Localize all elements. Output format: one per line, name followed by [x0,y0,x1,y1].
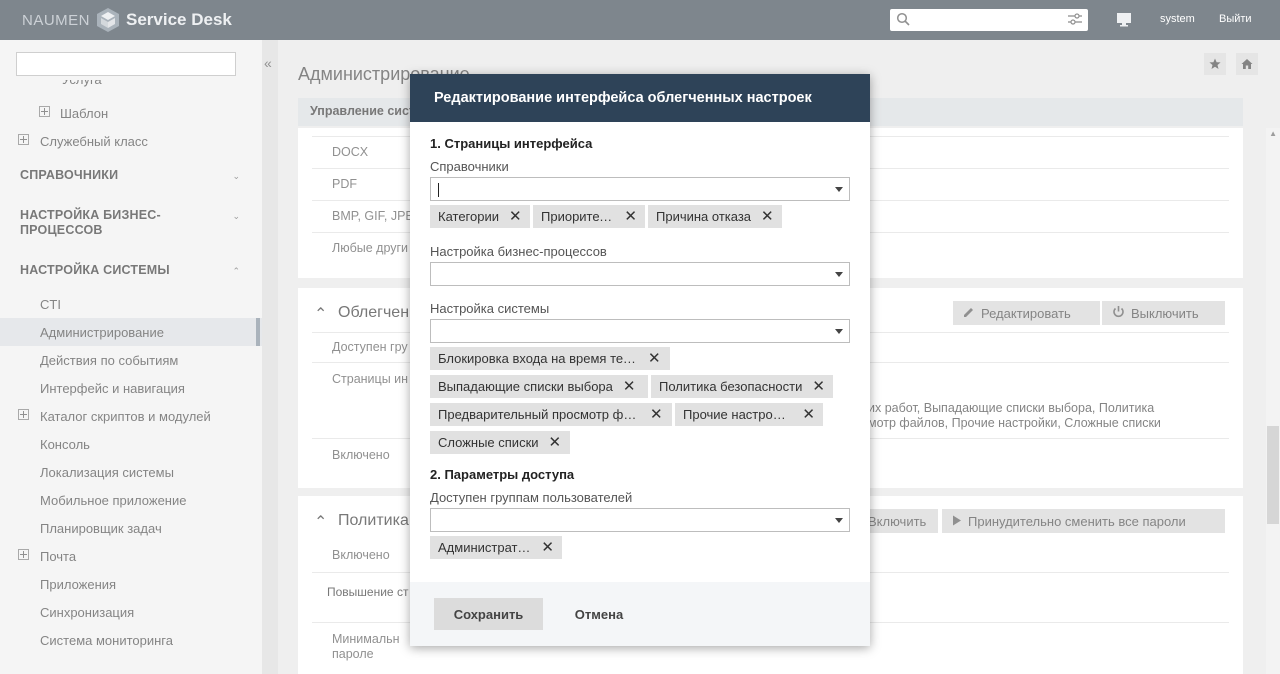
text-cursor [438,183,439,197]
groups-select[interactable] [430,508,850,532]
dropdown-caret-icon[interactable] [835,329,843,334]
remove-x-icon[interactable]: ✕ [648,351,661,366]
chip-refusal-reason: Причина отказа ✕ [648,205,782,228]
chip-label: Блокировка входа на время тех... [438,351,638,366]
chip-categories: Категории ✕ [430,205,530,228]
chip-administrator: Администратор ✕ [430,536,562,559]
remove-x-icon[interactable]: ✕ [624,209,637,224]
section-access-params: 2. Параметры доступа [430,467,575,482]
chip-file-preview: Предварительный просмотр фа... ✕ [430,403,672,426]
chip-label: Приоритеты [541,209,615,224]
chip-label: Причина отказа [656,209,752,224]
chip-priorities: Приоритеты ✕ [533,205,645,228]
edit-interface-dialog: Редактирование интерфейса облегченных на… [410,74,870,646]
dropdown-caret-icon[interactable] [835,518,843,523]
save-button[interactable]: Сохранить [434,598,543,630]
remove-x-icon[interactable]: ✕ [549,435,562,450]
remove-x-icon[interactable]: ✕ [650,407,663,422]
field-label-bp: Настройка бизнес-процессов [430,244,607,259]
chip-label: Выпадающие списки выбора [438,379,613,394]
remove-x-icon[interactable]: ✕ [812,379,825,394]
system-select[interactable] [430,319,850,343]
chip-label: Администратор [438,540,532,555]
chip-other-settings: Прочие настройки ✕ [675,403,823,426]
chip-label: Сложные списки [438,435,539,450]
remove-x-icon[interactable]: ✕ [623,379,636,394]
dropdown-caret-icon[interactable] [835,187,843,192]
dialog-footer: Сохранить Отмена [410,582,870,646]
remove-x-icon[interactable]: ✕ [802,407,815,422]
field-label-groups: Доступен группам пользователей [430,490,633,505]
chip-login-lock: Блокировка входа на время тех... ✕ [430,347,670,370]
bp-select[interactable] [430,262,850,286]
chip-complex-lists: Сложные списки ✕ [430,431,570,454]
chip-security-policy: Политика безопасности ✕ [651,375,833,398]
remove-x-icon[interactable]: ✕ [761,209,774,224]
dropdown-caret-icon[interactable] [835,272,843,277]
cancel-button[interactable]: Отмена [560,598,638,630]
dialog-title: Редактирование интерфейса облегченных на… [410,74,870,122]
remove-x-icon[interactable]: ✕ [509,209,522,224]
chip-label: Политика безопасности [659,379,803,394]
directories-select[interactable] [430,177,850,201]
field-label-directories: Справочники [430,159,509,174]
chip-dropdown-lists: Выпадающие списки выбора ✕ [430,375,648,398]
chip-label: Категории [438,209,499,224]
chip-label: Предварительный просмотр фа... [438,407,640,422]
chip-label: Прочие настройки [683,407,793,422]
remove-x-icon[interactable]: ✕ [541,540,554,555]
field-label-system: Настройка системы [430,301,550,316]
section-interface-pages: 1. Страницы интерфейса [430,136,593,151]
